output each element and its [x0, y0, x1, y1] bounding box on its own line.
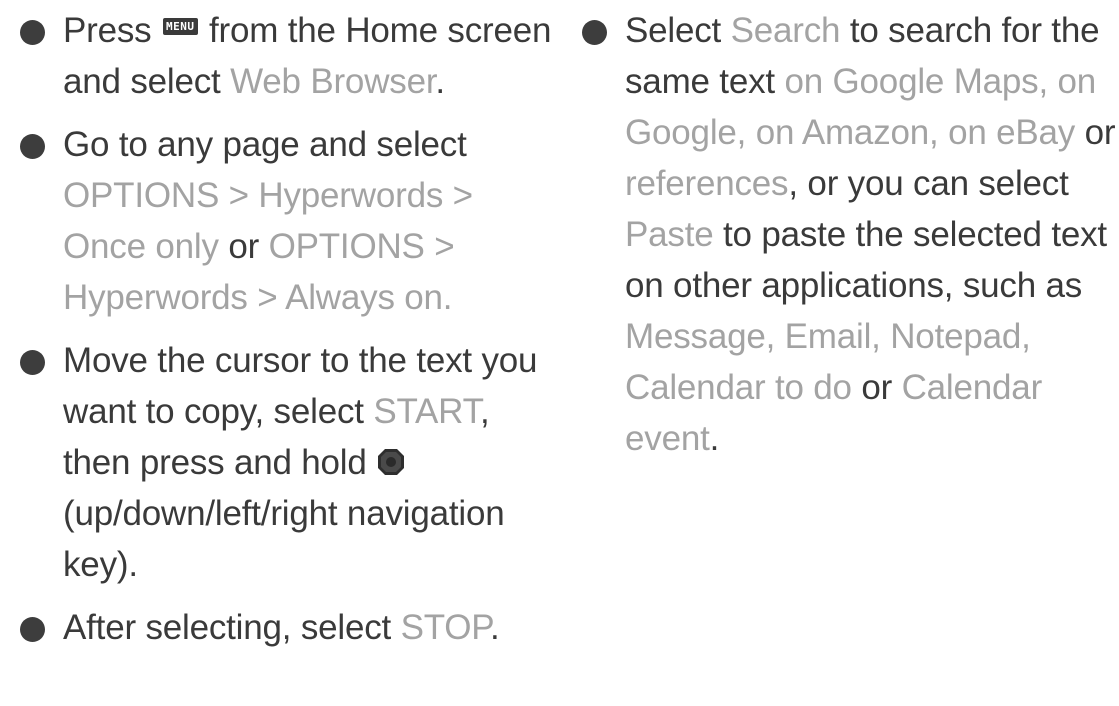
step-open-browser: Press MENU from the Home screen and sele… — [18, 5, 558, 107]
left-steps-list: Press MENU from the Home screen and sele… — [18, 5, 558, 653]
left-column: Press MENU from the Home screen and sele… — [18, 5, 558, 665]
step-text: Press MENU from the Home screen and sele… — [63, 11, 551, 101]
text-segment: . — [489, 608, 500, 647]
text-segment: . — [709, 419, 720, 458]
menu-term: references — [625, 164, 789, 203]
bullet-icon — [582, 20, 607, 45]
text-segment: Select — [625, 11, 731, 50]
text-segment: or — [218, 227, 269, 266]
step-text: Go to any page and select OPTIONS > Hype… — [63, 125, 473, 317]
text-segment: or — [851, 368, 902, 407]
text-segment: After selecting, select — [63, 608, 401, 647]
right-column: Select Search to search for the same tex… — [580, 5, 1116, 476]
text-segment: , or you can select — [788, 164, 1069, 203]
bullet-icon — [20, 350, 45, 375]
bullet-icon — [20, 134, 45, 159]
navigation-key-icon — [376, 447, 406, 477]
step-text: After selecting, select STOP. — [63, 608, 500, 647]
step-stop-selecting: After selecting, select STOP. — [18, 602, 558, 653]
menu-term: STOP — [400, 608, 491, 647]
text-segment: Go to any page and select — [63, 125, 467, 164]
step-search-or-paste: Select Search to search for the same tex… — [580, 5, 1116, 464]
step-text: Select Search to search for the same tex… — [625, 11, 1116, 458]
step-enable-hyperwords: Go to any page and select OPTIONS > Hype… — [18, 119, 558, 323]
text-segment: Press — [63, 11, 161, 50]
text-segment: . — [435, 62, 445, 101]
menu-term: Paste — [625, 215, 714, 254]
menu-term: Search — [730, 11, 841, 50]
text-segment: or — [1075, 113, 1116, 152]
bullet-icon — [20, 617, 45, 642]
menu-term: Web Browser — [230, 62, 436, 101]
step-select-text: Move the cursor to the text you want to … — [18, 335, 558, 590]
menu-term: START — [373, 392, 480, 431]
menu-key-icon: MENU — [163, 18, 198, 35]
text-segment: (up/down/left/right navigation key). — [63, 494, 505, 584]
step-text: Move the cursor to the text you want to … — [63, 341, 538, 584]
right-steps-list: Select Search to search for the same tex… — [580, 5, 1116, 464]
bullet-icon — [20, 20, 45, 45]
